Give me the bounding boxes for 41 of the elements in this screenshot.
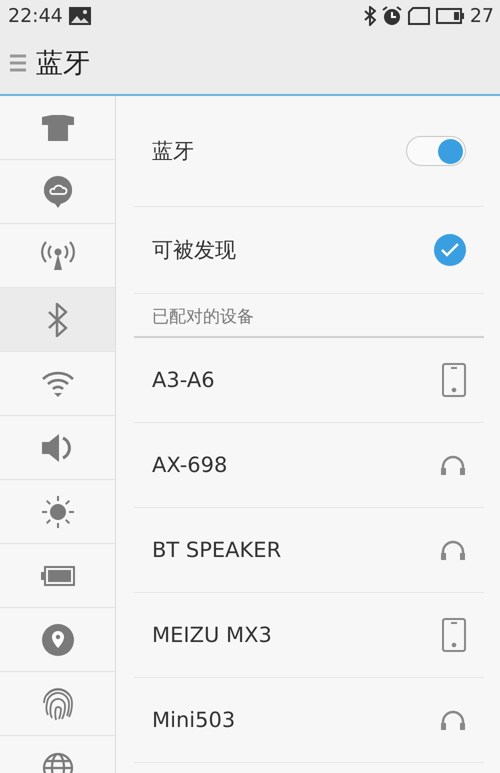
sim-card-icon bbox=[408, 7, 430, 25]
device-row[interactable]: Mini503 bbox=[134, 678, 484, 763]
discoverable-checkbox[interactable] bbox=[434, 234, 466, 266]
section-title: 已配对的设备 bbox=[152, 306, 254, 328]
headphones-icon bbox=[440, 709, 466, 731]
phone-icon bbox=[442, 618, 466, 652]
battery-icon bbox=[40, 566, 74, 586]
device-row[interactable]: BT SPEAKER bbox=[134, 508, 484, 593]
fingerprint-icon bbox=[42, 686, 74, 720]
device-name: A3-A6 bbox=[152, 368, 215, 392]
check-icon bbox=[441, 243, 459, 257]
page-title: 蓝牙 bbox=[36, 47, 90, 81]
setting-label: 蓝牙 bbox=[152, 138, 194, 165]
bluetooth-icon bbox=[46, 302, 68, 336]
menu-icon[interactable] bbox=[10, 54, 26, 72]
headphones-icon bbox=[440, 539, 466, 561]
image-icon bbox=[68, 7, 91, 25]
phone-icon bbox=[442, 363, 466, 397]
bluetooth-toggle[interactable] bbox=[406, 136, 466, 166]
bluetooth-icon bbox=[364, 6, 376, 26]
cloud-icon bbox=[44, 176, 72, 208]
sidebar-item[interactable] bbox=[0, 288, 115, 352]
headphones-icon bbox=[440, 454, 466, 476]
device-row[interactable]: A3-A6 bbox=[134, 338, 484, 423]
location-icon bbox=[42, 624, 74, 656]
hotspot-icon bbox=[40, 240, 76, 270]
battery-icon bbox=[436, 8, 464, 24]
battery-level: 27 bbox=[470, 5, 494, 27]
shirt-icon bbox=[42, 114, 74, 140]
setting-label: 可被发现 bbox=[152, 237, 236, 264]
status-time: 22:44 bbox=[8, 5, 63, 27]
brightness-icon bbox=[40, 494, 74, 528]
device-name: AX-698 bbox=[152, 453, 228, 477]
device-row[interactable]: MEIZU MX3 bbox=[134, 593, 484, 678]
device-name: BT SPEAKER bbox=[152, 538, 282, 562]
device-name: Mini503 bbox=[152, 708, 236, 732]
device-row[interactable]: AX-698 bbox=[134, 423, 484, 508]
alarm-icon bbox=[382, 6, 402, 26]
speaker-icon bbox=[42, 432, 74, 462]
device-name: MEIZU MX3 bbox=[152, 623, 272, 647]
wifi-icon bbox=[40, 370, 74, 398]
